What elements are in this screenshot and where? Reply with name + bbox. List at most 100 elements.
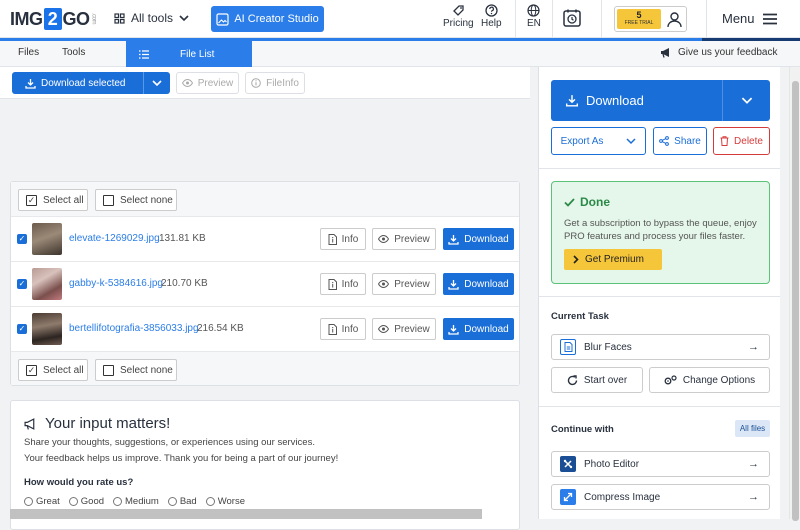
next-tool-photo-editor[interactable]: Photo Editor → (551, 451, 770, 477)
download-options-dropdown[interactable] (722, 80, 770, 121)
select-all-button[interactable]: ✓ Select all (18, 359, 88, 381)
start-over-button[interactable]: Start over (551, 367, 643, 393)
file-info-button[interactable]: Info (320, 273, 366, 295)
gears-icon (664, 374, 677, 384)
download-all-button[interactable]: Download (551, 80, 770, 121)
rating-option[interactable]: Good (68, 496, 104, 507)
rating-option[interactable]: Worse (205, 496, 245, 507)
select-none-button[interactable]: Select none (95, 189, 177, 211)
compress-icon (560, 489, 576, 505)
info-label: Info (341, 323, 359, 335)
done-status-box: Done Get a subscription to bypass the qu… (551, 181, 770, 284)
file-preview-button[interactable]: Preview (372, 318, 436, 340)
main-menu-button[interactable]: Menu (722, 11, 777, 26)
file-download-button[interactable]: Download (443, 228, 514, 250)
language-selector[interactable]: EN (527, 4, 541, 29)
file-size: 216.54 KB (197, 323, 244, 334)
file-name-link[interactable]: elevate-1269029.jpg (69, 233, 160, 244)
current-task-blur-faces[interactable]: Blur Faces → (551, 334, 770, 360)
globe-icon (527, 4, 541, 17)
tab-tools[interactable]: Tools (62, 47, 85, 58)
divider (539, 406, 780, 407)
download-selected-dropdown[interactable] (143, 72, 170, 94)
file-name-link[interactable]: gabby-k-5384616.jpg (69, 278, 163, 289)
checkbox-checked-icon: ✓ (26, 194, 37, 206)
file-thumbnail[interactable] (32, 223, 62, 255)
rating-label: Worse (217, 496, 245, 507)
give-feedback-link[interactable]: Give us your feedback (660, 47, 778, 58)
done-title: Done (564, 195, 610, 209)
feedback-label: Give us your feedback (678, 47, 778, 58)
file-checkbox[interactable]: ✓ (17, 279, 27, 289)
result-sidebar: Download Export As Share Delete Done Get… (538, 67, 780, 519)
delete-button[interactable]: Delete (713, 127, 770, 155)
vertical-scrollbar[interactable] (789, 67, 800, 521)
divider (539, 296, 780, 297)
pricing-link[interactable]: Pricing (443, 4, 474, 29)
trial-label: FREE TRIAL (624, 20, 654, 26)
get-premium-button[interactable]: Get Premium (564, 249, 662, 270)
preview-label: Preview (394, 278, 430, 290)
tag-icon (452, 5, 464, 16)
download-icon (448, 279, 459, 290)
feedback-line-1: Share your thoughts, suggestions, or exp… (24, 437, 315, 448)
download-all-main[interactable]: Download (551, 93, 722, 108)
select-all-button[interactable]: ✓ Select all (18, 189, 88, 211)
select-all-label: Select all (43, 194, 84, 206)
file-download-button[interactable]: Download (443, 318, 514, 340)
top-bar: IMG 2 GO .com All tools AI Creator Studio P… (0, 0, 800, 38)
rating-option[interactable]: Medium (113, 496, 159, 507)
help-link[interactable]: Help (481, 4, 502, 29)
download-selected-button[interactable]: Download selected (12, 72, 170, 94)
file-preview-button[interactable]: Preview (372, 273, 436, 295)
file-thumbnail[interactable] (32, 313, 62, 345)
selection-row-top: ✓ Select all Select none (11, 182, 519, 216)
file-download-button[interactable]: Download (443, 273, 514, 295)
rating-option[interactable]: Bad (167, 496, 197, 507)
pricing-label: Pricing (443, 18, 474, 29)
free-trial-account[interactable]: 5 FREE TRIAL (614, 6, 687, 32)
share-button[interactable]: Share (653, 127, 707, 155)
share-icon (659, 136, 670, 146)
tool-name: Compress Image (584, 491, 661, 503)
preview-button-disabled[interactable]: Preview (176, 72, 239, 94)
next-tool-compress-image[interactable]: Compress Image → (551, 484, 770, 510)
radio-icon (205, 497, 215, 506)
file-info-button[interactable]: Info (320, 318, 366, 340)
current-task-heading: Current Task (551, 311, 609, 322)
select-none-button[interactable]: Select none (95, 359, 177, 381)
file-preview-button[interactable]: Preview (372, 228, 436, 250)
file-checkbox[interactable]: ✓ (17, 234, 27, 244)
export-as-dropdown[interactable]: Export As (551, 127, 646, 155)
ai-creator-studio-button[interactable]: AI Creator Studio (211, 6, 324, 32)
download-selected-label: Download selected (41, 77, 126, 89)
fileinfo-button-disabled[interactable]: FileInfo (245, 72, 305, 94)
download-selected-main[interactable]: Download selected (12, 78, 143, 89)
eye-icon (181, 79, 193, 87)
download-label: Download (464, 323, 509, 335)
file-checkbox[interactable]: ✓ (17, 324, 27, 334)
export-as-label: Export As (560, 135, 604, 147)
all-tools-dropdown[interactable]: All tools (114, 11, 189, 25)
tab-files[interactable]: Files (18, 47, 39, 58)
site-logo[interactable]: IMG 2 GO .com (10, 7, 97, 31)
download-icon (448, 324, 459, 335)
rating-label: Medium (125, 496, 159, 507)
divider (539, 168, 780, 169)
divider (515, 0, 516, 38)
tab-file-list[interactable]: File List (126, 41, 252, 67)
change-options-button[interactable]: Change Options (649, 367, 770, 393)
trash-icon (720, 136, 729, 146)
user-icon (666, 11, 683, 33)
file-info-icon (328, 278, 337, 290)
file-name-link[interactable]: bertellifotografia-3856033.jpg (69, 323, 199, 334)
rating-option[interactable]: Great (24, 496, 60, 507)
select-all-label: Select all (43, 364, 84, 376)
all-files-badge[interactable]: All files (735, 420, 770, 437)
history-icon[interactable] (562, 8, 582, 33)
scrollbar-thumb[interactable] (792, 81, 799, 521)
horizontal-scrollbar[interactable] (10, 509, 482, 519)
file-info-button[interactable]: Info (320, 228, 366, 250)
file-thumbnail[interactable] (32, 268, 62, 300)
logo-text-go: GO (62, 8, 91, 29)
